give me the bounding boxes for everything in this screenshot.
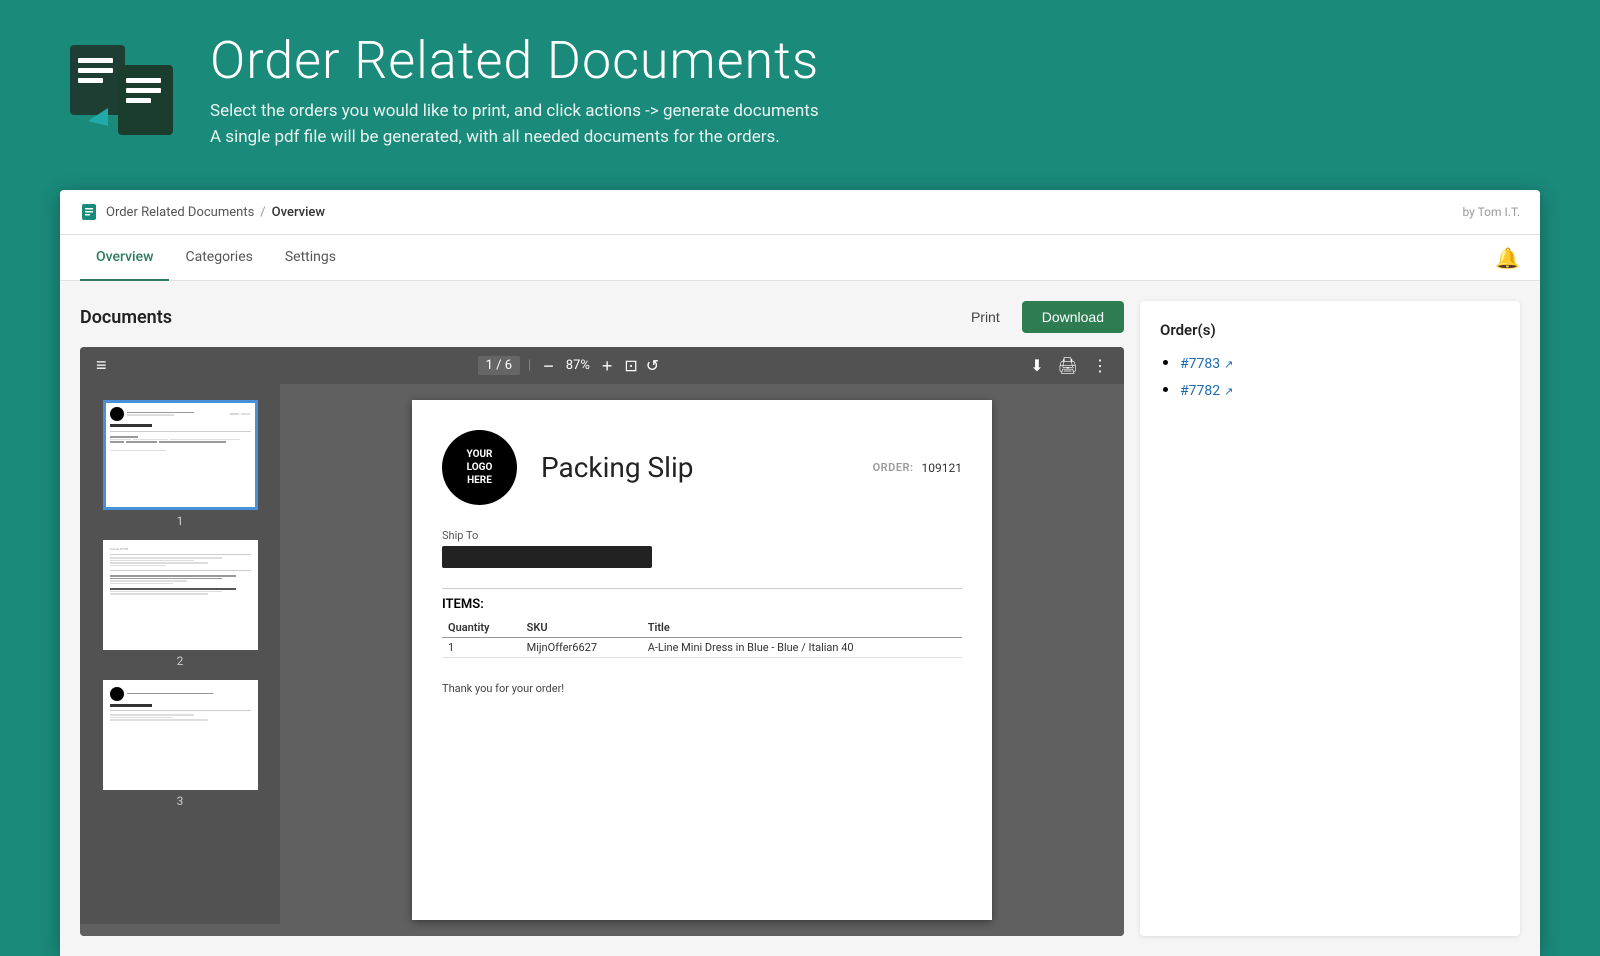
pdf-main-page: YOUR LOGO HERE Packing Slip ORDER: 10912… [280, 384, 1124, 936]
documents-actions: Print Download [961, 301, 1124, 333]
nav-tabs: Overview Categories Settings 🔔 [60, 235, 1540, 281]
pdf-thumbnail-2[interactable]: Invoice #7783 [103, 540, 258, 668]
pdf-thumb-image-1: ORDER: 109121 [103, 400, 258, 510]
app-window: Order Related Documents / Overview by To… [60, 190, 1540, 956]
ps-divider [442, 588, 962, 589]
app-icon [60, 30, 180, 150]
pdf-page-info: 1 / 6 [478, 356, 520, 375]
order-item-2: #7782 ↗ [1180, 380, 1500, 399]
ps-thank-you: Thank you for your order! [442, 682, 962, 695]
print-button[interactable]: Print [961, 303, 1010, 331]
ps-cell-sku: MijnOffer6627 [521, 638, 642, 658]
ps-cell-quantity: 1 [442, 638, 521, 658]
pdf-menu-icon[interactable]: ≡ [96, 355, 107, 376]
pdf-page-content: YOUR LOGO HERE Packing Slip ORDER: 10912… [412, 400, 992, 920]
author-label: by Tom I.T. [1463, 205, 1521, 219]
breadcrumb: Order Related Documents / Overview [80, 202, 325, 222]
documents-section: Documents Print Download ≡ 1 / 6 [80, 301, 1124, 936]
ps-table-row: 1 MijnOffer6627 A-Line Mini Dress in Blu… [442, 638, 962, 658]
breadcrumb-current: Overview [272, 205, 325, 220]
zoom-out-button[interactable]: − [539, 357, 558, 375]
ps-ship-to: Ship To [442, 529, 962, 568]
window-header: Order Related Documents / Overview by To… [60, 190, 1540, 235]
ps-order-number: 109121 [922, 461, 962, 475]
pdf-print-icon[interactable]: 🖨 [1058, 356, 1078, 375]
ps-order-info: ORDER: 109121 [873, 461, 962, 475]
header-text: Order Related Documents Select the order… [210, 30, 819, 150]
zoom-level: 87% [566, 358, 590, 373]
fit-page-icon[interactable]: ⊡ [624, 356, 637, 375]
content-area: Documents Print Download ≡ 1 / 6 [60, 281, 1540, 956]
pdf-thumbnail-1[interactable]: ORDER: 109121 [103, 400, 258, 528]
order-link-7782[interactable]: #7782 ↗ [1180, 383, 1233, 399]
pdf-toolbar-right: ⬇ 🖨 ⋮ [1030, 356, 1108, 375]
pdf-thumbnails: ORDER: 109121 [80, 384, 280, 924]
page-description: Select the orders you would like to prin… [210, 99, 819, 150]
external-link-icon-2: ↗ [1224, 385, 1233, 398]
ps-col-sku: SKU [521, 618, 642, 638]
pdf-thumb-num-3: 3 [103, 794, 258, 808]
tab-categories[interactable]: Categories [169, 235, 268, 281]
orders-list: #7783 ↗ #7782 ↗ [1160, 353, 1500, 399]
tab-overview[interactable]: Overview [80, 235, 169, 281]
documents-title: Documents [80, 307, 172, 328]
pdf-more-icon[interactable]: ⋮ [1092, 356, 1108, 375]
ps-col-quantity: Quantity [442, 618, 521, 638]
rotate-icon[interactable]: ↺ [646, 356, 659, 375]
pdf-body: ORDER: 109121 [80, 384, 1124, 936]
ps-items-table: Quantity SKU Title 1 MijnOffer6627 [442, 618, 962, 658]
ps-title: Packing Slip [541, 451, 694, 484]
breadcrumb-app: Order Related Documents [106, 205, 254, 220]
ps-ship-bar [442, 546, 652, 568]
order-item-1: #7783 ↗ [1180, 353, 1500, 372]
ps-table-header-row: Quantity SKU Title [442, 618, 962, 638]
pdf-thumb-image-2: Invoice #7783 [103, 540, 258, 650]
external-link-icon-1: ↗ [1224, 358, 1233, 371]
orders-panel: Order(s) #7783 ↗ #7782 ↗ [1140, 301, 1520, 936]
pdf-toolbar: ≡ 1 / 6 | − 87% + ⊡ ↺ ⬇ [80, 347, 1124, 384]
documents-header: Documents Print Download [80, 301, 1124, 333]
ps-cell-title: A-Line Mini Dress in Blue - Blue / Itali… [642, 638, 962, 658]
ps-logo: YOUR LOGO HERE [442, 430, 517, 505]
orders-panel-title: Order(s) [1160, 321, 1500, 339]
pdf-thumb-num-1: 1 [103, 514, 258, 528]
notification-bell-icon[interactable]: 🔔 [1495, 246, 1520, 270]
tab-settings[interactable]: Settings [269, 235, 352, 281]
ps-ship-label: Ship To [442, 529, 962, 542]
pdf-thumb-image-3 [103, 680, 258, 790]
ps-col-title: Title [642, 618, 962, 638]
ps-order-label: ORDER: [873, 461, 914, 474]
ps-header: YOUR LOGO HERE Packing Slip ORDER: 10912… [442, 430, 962, 505]
pdf-thumbnail-3[interactable]: 3 [103, 680, 258, 808]
nav-tabs-list: Overview Categories Settings [80, 235, 352, 280]
breadcrumb-separator: / [260, 205, 265, 220]
pdf-download-icon[interactable]: ⬇ [1030, 356, 1043, 375]
page-heading: Order Related Documents [210, 30, 819, 91]
header-banner: Order Related Documents Select the order… [0, 0, 1600, 190]
pdf-toolbar-center: 1 / 6 | − 87% + ⊡ ↺ [478, 356, 660, 375]
order-link-7783[interactable]: #7783 ↗ [1180, 356, 1233, 372]
zoom-in-button[interactable]: + [598, 357, 617, 375]
ps-items-label: ITEMS: [442, 597, 962, 612]
pdf-viewer: ≡ 1 / 6 | − 87% + ⊡ ↺ ⬇ [80, 347, 1124, 936]
pdf-thumb-num-2: 2 [103, 654, 258, 668]
download-button[interactable]: Download [1022, 301, 1124, 333]
